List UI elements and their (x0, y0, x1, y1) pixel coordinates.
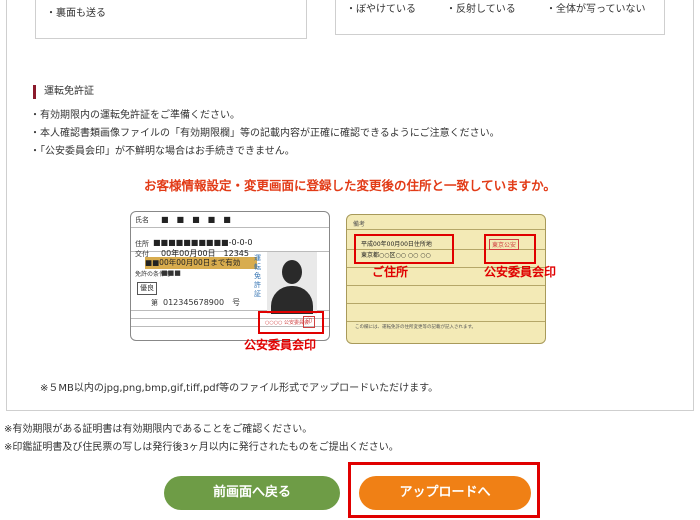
back-address-callout: ご住所 (372, 265, 409, 279)
card-name-value: ■ ■ ■ ■ ■ (161, 215, 231, 224)
back-seal-callout: 公安委員会印 (484, 265, 557, 279)
card-number-label: 第 (151, 299, 158, 307)
card-license-value: ■■■ (161, 269, 181, 277)
license-note-2: ・本人確認書類画像ファイルの「有効期限欄」等の記載内容が正確に確認できるようにご… (30, 128, 500, 139)
hint-reflection: ・反射している (446, 4, 516, 15)
card-address-value: ■■■■■■■■■■-0-0-0 (153, 238, 253, 247)
address-match-heading: お客様情報設定・変更画面に登録した変更後の住所と一致していますか。 (144, 178, 556, 193)
card-back-footer: この欄には、運転免許の住所変更等の記載が記入されます。 (355, 325, 477, 330)
seal-certificate-note: ※印鑑証明書及び住民票の写しは発行後3ヶ月以内に発行されたものをご提出ください。 (4, 442, 399, 453)
card-number-value: 012345678900 号 (163, 298, 241, 307)
card-expiry-band: ■■00年00月00日まで有効 (145, 257, 257, 269)
back-button[interactable]: 前画面へ戻る (164, 476, 340, 510)
file-format-note: ※５MB以内のjpg,png,bmp,gif,tiff,pdf等のファイル形式で… (40, 383, 439, 394)
card-address-label: 住所 (135, 240, 149, 248)
card-side-text: 運転免許証 (254, 254, 261, 298)
back-side-item: ・裏面も送る (46, 8, 106, 19)
content-panel (6, 0, 694, 411)
front-seal-highlight (258, 311, 324, 334)
license-note-3: ・「公安委員会印」が不鮮明な場合はお手続きできません。 (30, 146, 295, 157)
back-address-highlight (354, 234, 454, 264)
license-note-1: ・有効期限内の運転免許証をご準備ください。 (30, 110, 240, 121)
front-seal-callout: 公安委員会印 (244, 338, 317, 352)
section-title-drivers-license: 運転免許証 (33, 85, 94, 99)
hint-not-whole: ・全体が写っていない (546, 4, 646, 15)
card-badge: 優良 (137, 282, 157, 295)
card-back-header: 備考 (353, 221, 366, 228)
expiry-note: ※有効期限がある証明書は有効期限内であることをご確認ください。 (4, 424, 313, 435)
hint-blurry: ・ぼやけている (346, 4, 416, 15)
upload-button[interactable]: アップロードへ (359, 476, 531, 510)
card-name-label: 氏名 (135, 216, 149, 224)
back-seal-highlight (484, 234, 536, 264)
card-photo-icon (267, 252, 317, 314)
